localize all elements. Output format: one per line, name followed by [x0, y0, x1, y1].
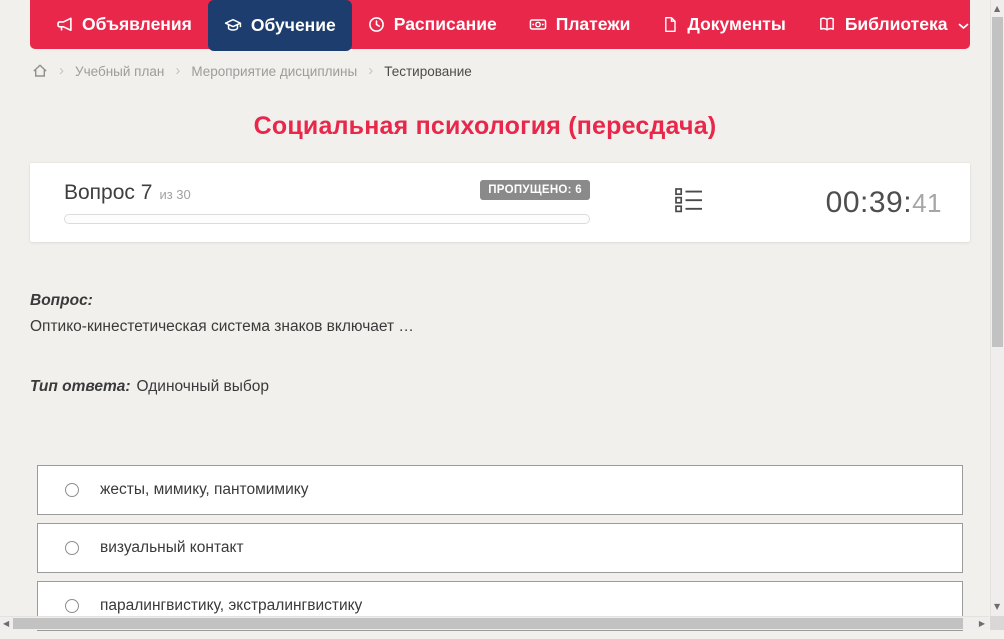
nav-item-documents[interactable]: Документы: [646, 0, 801, 49]
nav-item-label: Библиотека: [844, 14, 948, 34]
nav-item-payments[interactable]: Платежи: [513, 0, 647, 49]
nav-item-library[interactable]: Библиотека: [802, 0, 986, 49]
scroll-up-arrow-icon[interactable]: ▲: [994, 5, 1000, 13]
horizontal-scrollbar[interactable]: ◀ ▶: [0, 616, 989, 630]
horizontal-scrollbar-thumb[interactable]: [13, 618, 963, 629]
vertical-scrollbar-thumb[interactable]: [992, 17, 1003, 347]
breadcrumb-separator-icon: ›: [175, 61, 181, 79]
question-list-button[interactable]: [675, 187, 703, 218]
timer-seconds: 41: [912, 187, 942, 218]
radio-button-icon[interactable]: [65, 483, 79, 497]
document-icon: [662, 16, 678, 33]
top-navbar: Объявления Обучение Расписание Платежи Д…: [30, 0, 970, 51]
breadcrumb-separator-icon: ›: [368, 61, 374, 79]
nav-item-label: Обучение: [250, 15, 336, 35]
question-progress-block: Вопрос 7 из 30 ПРОПУЩЕНО: 6: [64, 180, 590, 224]
book-icon: [818, 16, 836, 33]
nav-item-schedule[interactable]: Расписание: [352, 0, 513, 49]
nav-item-label: Расписание: [393, 14, 497, 34]
scrollbar-corner: [990, 616, 1004, 630]
timer-hours-minutes: 00:39:: [825, 185, 913, 219]
nav-item-label: Платежи: [555, 14, 631, 34]
breadcrumb-item-testing: Тестирование: [384, 63, 472, 79]
chevron-down-icon: [958, 23, 969, 30]
vertical-scrollbar[interactable]: ▲ ▼: [990, 0, 1004, 616]
answer-type-row: Тип ответа: Одиночный выбор: [30, 378, 269, 396]
answer-option-1[interactable]: жесты, мимику, пантомимику: [37, 465, 963, 515]
answer-option-label: паралингвистику, экстралингвистику: [100, 597, 363, 614]
scroll-down-arrow-icon[interactable]: ▼: [994, 603, 1000, 611]
nav-item-label: Документы: [687, 14, 786, 34]
nav-item-learning[interactable]: Обучение: [207, 0, 352, 51]
question-list-icon: [675, 187, 703, 218]
breadcrumb-item-discipline-event[interactable]: Мероприятие дисциплины: [191, 64, 357, 79]
radio-button-icon[interactable]: [65, 541, 79, 555]
nav-item-label: Объявления: [82, 14, 192, 34]
answer-type-value: Одиночный выбор: [136, 378, 270, 395]
answer-option-2[interactable]: визуальный контакт: [37, 523, 963, 573]
scroll-left-arrow-icon[interactable]: ◀: [3, 620, 9, 628]
quiz-header-card: Вопрос 7 из 30 ПРОПУЩЕНО: 6 00:39:41: [30, 163, 970, 242]
breadcrumb: › Учебный план › Мероприятие дисциплины …: [32, 63, 472, 79]
breadcrumb-separator-icon: ›: [59, 61, 64, 79]
answer-option-label: визуальный контакт: [100, 539, 244, 556]
scroll-right-arrow-icon[interactable]: ▶: [979, 620, 985, 628]
nav-item-announcements[interactable]: Объявления: [40, 0, 208, 49]
question-number: Вопрос 7: [64, 181, 153, 204]
banknote-icon: [529, 16, 547, 33]
graduation-cap-icon: [224, 17, 242, 34]
home-icon[interactable]: [32, 63, 48, 79]
megaphone-icon: [56, 16, 73, 33]
clock-icon: [368, 16, 385, 33]
timer: 00:39:41: [826, 186, 942, 220]
answer-type-label: Тип ответа:: [30, 378, 131, 395]
answer-options: жесты, мимику, пантомимику визуальный ко…: [37, 465, 963, 639]
radio-button-icon[interactable]: [65, 599, 79, 613]
question-total: из 30: [159, 187, 191, 202]
breadcrumb-item-curriculum[interactable]: Учебный план: [75, 64, 164, 79]
skipped-badge: ПРОПУЩЕНО: 6: [480, 180, 590, 200]
progress-bar: [64, 214, 590, 224]
answer-option-label: жесты, мимику, пантомимику: [100, 481, 309, 498]
page-title: Социальная психология (пересдача): [253, 112, 717, 140]
question-text: Оптико-кинестетическая система знаков вк…: [30, 318, 414, 335]
question-heading: Вопрос:: [30, 292, 93, 309]
